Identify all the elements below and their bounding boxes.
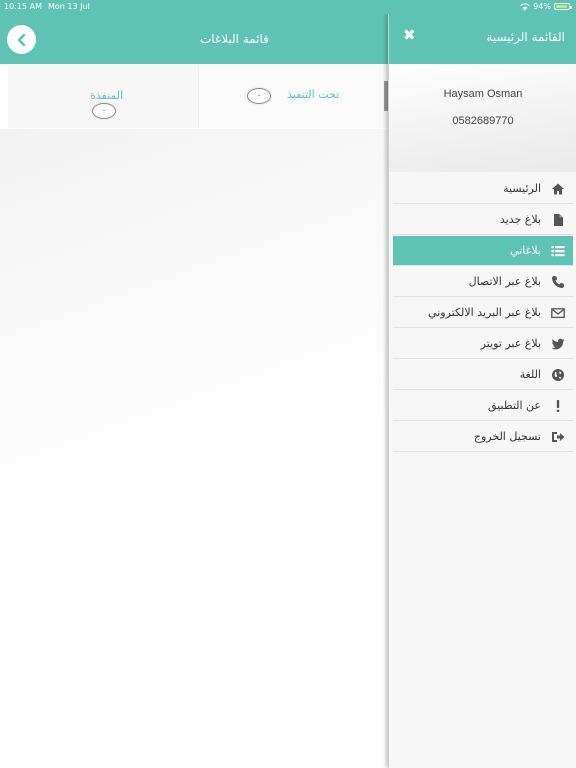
user-phone: 0582689770 bbox=[452, 115, 514, 127]
menu-item-label: بلاغ عبر البريد الالكتروني bbox=[428, 306, 541, 319]
side-menu: ✖ القائمة الرئيسية Haysam Osman 05826897… bbox=[388, 14, 576, 768]
menu-item-label: الرئيسية bbox=[503, 182, 541, 195]
menu-item-logout[interactable]: تسجيل الخروج bbox=[393, 422, 573, 452]
battery-percent: 94% bbox=[533, 2, 551, 11]
status-right: 94% bbox=[520, 2, 572, 11]
back-button[interactable] bbox=[7, 25, 36, 54]
menu-item-report-by-email[interactable]: بلاغ عبر البريد الالكتروني bbox=[393, 298, 573, 328]
reports-list-area bbox=[0, 129, 388, 768]
menu-item-label: بلاغ عبر الاتصال bbox=[468, 275, 541, 288]
globe-icon bbox=[551, 368, 565, 382]
close-icon[interactable]: ✖ bbox=[403, 26, 416, 44]
tab-completed-label: المنفذة bbox=[90, 89, 124, 102]
menu-item-label: اللغة bbox=[519, 368, 541, 381]
menu-item-report-by-call[interactable]: بلاغ عبر الاتصال bbox=[393, 267, 573, 297]
menu-item-home[interactable]: الرئيسية bbox=[393, 174, 573, 204]
wifi-icon bbox=[520, 2, 530, 10]
side-menu-title: القائمة الرئيسية bbox=[486, 30, 565, 44]
exclamation-icon bbox=[551, 399, 565, 413]
menu-item-label: بلاغاتي bbox=[510, 244, 541, 257]
menu-item-label: بلاغ عبر تويتر bbox=[480, 337, 541, 350]
twitter-icon bbox=[551, 337, 565, 351]
phone-icon bbox=[551, 275, 565, 289]
side-menu-list: الرئيسية بلاغ جديد بلاغاتي بلاغ عبر الات… bbox=[393, 174, 573, 453]
status-time: 10:15 AM bbox=[4, 2, 42, 11]
tab-in-progress-count: ٠ bbox=[247, 88, 271, 104]
user-profile: Haysam Osman 0582689770 bbox=[389, 64, 576, 172]
logout-icon bbox=[551, 430, 565, 444]
tab-completed[interactable]: المنفذة ٠ bbox=[8, 64, 198, 128]
menu-item-label: تسجيل الخروج bbox=[473, 430, 541, 443]
report-tabs: المنفذة ٠ ٠ تحت التنفيذ bbox=[8, 64, 388, 128]
main-header: قائمة البلاغات bbox=[0, 14, 388, 64]
page-title: قائمة البلاغات bbox=[200, 32, 269, 46]
menu-item-about[interactable]: عن التطبيق bbox=[393, 391, 573, 421]
user-name: Haysam Osman bbox=[443, 88, 523, 100]
home-icon bbox=[551, 182, 565, 196]
menu-item-my-reports[interactable]: بلاغاتي bbox=[393, 236, 573, 266]
envelope-icon bbox=[551, 306, 565, 320]
side-menu-header: ✖ القائمة الرئيسية bbox=[389, 14, 576, 64]
list-icon bbox=[551, 244, 565, 258]
menu-item-report-by-twitter[interactable]: بلاغ عبر تويتر bbox=[393, 329, 573, 359]
chevron-left-icon bbox=[17, 33, 25, 46]
tab-in-progress[interactable]: ٠ تحت التنفيذ bbox=[198, 64, 388, 128]
status-bar: 10:15 AM Mon 13 Jul 94% bbox=[0, 0, 576, 14]
menu-item-new-report[interactable]: بلاغ جديد bbox=[393, 205, 573, 235]
menu-item-label: بلاغ جديد bbox=[499, 213, 541, 226]
tab-in-progress-label: تحت التنفيذ bbox=[287, 88, 340, 101]
menu-item-label: عن التطبيق bbox=[488, 399, 541, 412]
document-icon bbox=[551, 213, 565, 227]
status-date: Mon 13 Jul bbox=[48, 2, 90, 11]
menu-item-language[interactable]: اللغة bbox=[393, 360, 573, 390]
tab-completed-count: ٠ bbox=[92, 103, 116, 119]
battery-icon bbox=[554, 3, 572, 10]
